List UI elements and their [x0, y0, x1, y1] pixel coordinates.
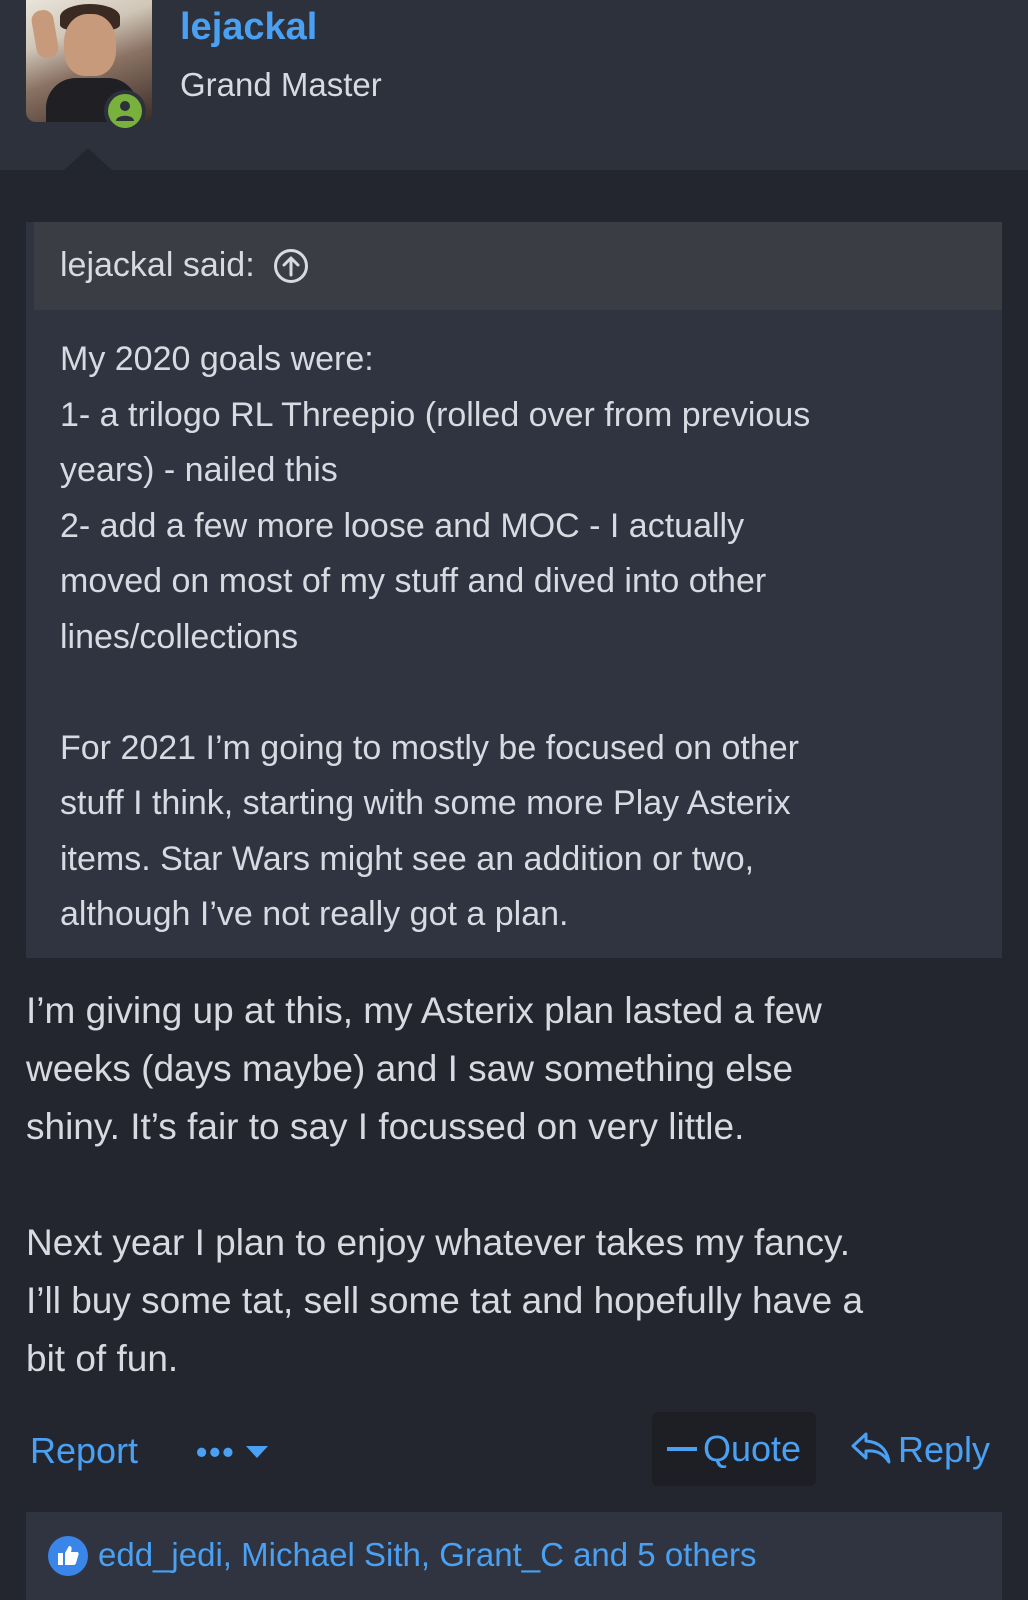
post-author-header: lejackal Grand Master [0, 0, 1028, 170]
quote-line: My 2020 goals were: [60, 340, 374, 378]
quote-line: For 2021 I’m going to mostly be focused … [60, 728, 799, 767]
reply-button[interactable]: Reply [850, 1428, 990, 1472]
post-line: bit of fun. [26, 1338, 179, 1379]
quote-attribution-text: lejackal said: [60, 246, 255, 284]
quote-header: lejackal said: [34, 222, 1002, 310]
post-line: Next year I plan to enjoy whatever takes… [26, 1222, 850, 1263]
quote-line: although I’ve not really got a plan. [60, 895, 569, 933]
quote-line: lines/collections [60, 617, 299, 656]
reaction-users-link[interactable]: edd_jedi, Michael Sith, Grant_C and 5 ot… [98, 1536, 757, 1574]
header-pointer [64, 148, 112, 170]
avatar-face [64, 14, 116, 76]
thumbs-up-icon [48, 1536, 88, 1576]
post-actions-bar: Report ••• Quote Reply [0, 1410, 1028, 1490]
quote-line: stuff I think, starting with some more P… [60, 784, 791, 822]
author-title: Grand Master [180, 66, 382, 103]
more-dots-icon: ••• [196, 1434, 236, 1470]
avatar-hand [29, 8, 61, 60]
quote-attribution[interactable]: lejackal said: [60, 246, 309, 285]
report-link[interactable]: Report [30, 1430, 138, 1472]
post-line: I’ll buy some tat, sell some tat and hop… [26, 1280, 864, 1321]
more-options-menu[interactable]: ••• [196, 1434, 276, 1470]
post-body: I’m giving up at this, my Asterix plan l… [26, 982, 1006, 1388]
chevron-down-icon [245, 1446, 268, 1458]
reply-arrow-icon [850, 1430, 892, 1471]
post-line: I’m giving up at this, my Asterix plan l… [26, 990, 822, 1031]
quote-button-label: Quote [702, 1428, 802, 1469]
quote-line: items. Star Wars might see an addition o… [60, 839, 755, 878]
online-status-badge [104, 90, 146, 132]
quote-line: 1- a trilogo RL Threepio (rolled over fr… [60, 395, 811, 434]
reply-button-label: Reply [898, 1429, 991, 1470]
quote-body: My 2020 goals were: 1- a trilogo RL Thre… [60, 332, 980, 943]
arrow-up-circle-icon[interactable] [273, 248, 309, 284]
post-line: weeks (days maybe) and I saw something e… [26, 1048, 794, 1089]
quote-line: years) - nailed this [60, 451, 338, 489]
minus-icon [666, 1447, 697, 1451]
quote-block: lejackal said: My 2020 goals were: 1- a … [26, 222, 1002, 958]
reactions-bar: edd_jedi, Michael Sith, Grant_C and 5 ot… [26, 1512, 1002, 1600]
author-username[interactable]: lejackal [180, 6, 317, 49]
quote-line: moved on most of my stuff and dived into… [60, 562, 767, 600]
quote-button[interactable]: Quote [652, 1412, 816, 1486]
post-line: shiny. It’s fair to say I focussed on ve… [26, 1106, 745, 1147]
online-user-icon [108, 94, 142, 128]
quote-line: 2- add a few more loose and MOC - I actu… [60, 506, 745, 545]
